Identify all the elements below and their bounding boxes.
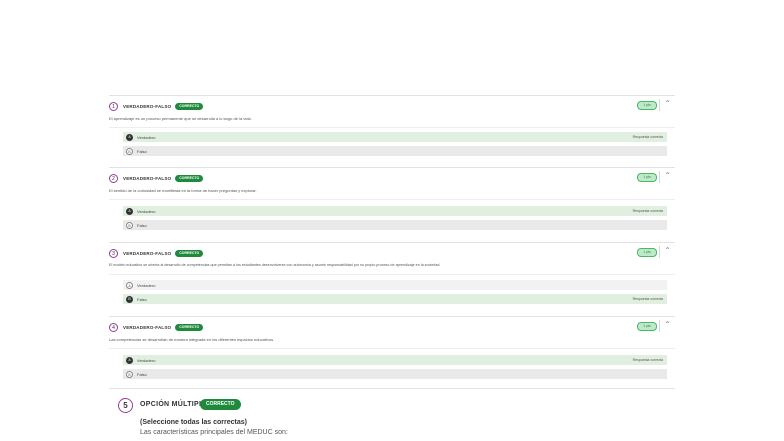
option-label: Falso [137, 296, 147, 302]
score-badge: 1 pto [637, 101, 657, 110]
question-header: 4 VERDADERO-FALSO CORRECTO [109, 321, 204, 333]
question-header: 2 VERDADERO-FALSO CORRECTO [109, 172, 204, 184]
status-badge: CORRECTO [175, 102, 204, 110]
question-number: 2 [109, 173, 118, 183]
option-a: A Verdadero [123, 280, 667, 290]
chevron-up-icon[interactable]: ⌃ [664, 245, 671, 257]
option-marker: B [126, 147, 133, 155]
question-card-2: 2 VERDADERO-FALSO CORRECTO 1 pto ⌃ El se… [109, 167, 675, 239]
option-label: Verdadero [137, 208, 156, 214]
score-badge: 1 pto [637, 322, 657, 331]
divider [109, 127, 675, 128]
question-type: OPCIÓN MÚLTIPLE [140, 401, 209, 408]
chevron-up-icon[interactable]: ⌃ [664, 98, 671, 110]
question-number: 5 [118, 398, 133, 413]
option-marker: A [126, 207, 133, 215]
question-card-1: 1 VERDADERO-FALSO CORRECTO 1 pto ⌃ El ap… [109, 95, 675, 167]
question-text: El sentido de la curiosidad se manifiest… [109, 188, 257, 193]
option-status: Respuesta correcta [632, 135, 663, 139]
option-a: A Verdadero Respuesta correcta [123, 132, 667, 142]
question-text: Las competencias se desarrollan de maner… [109, 337, 275, 342]
divider [659, 320, 660, 332]
question-hint: (Seleccione todas las correctas) [140, 419, 247, 426]
question-card-5: 5 OPCIÓN MÚLTIPLE CORRECTO (Seleccione t… [112, 389, 675, 441]
option-b: B Falso [123, 146, 667, 156]
question-text: El aprendizaje es un proceso permanente … [109, 116, 252, 121]
question-card-4: 4 VERDADERO-FALSO CORRECTO 1 pto ⌃ Las c… [109, 316, 675, 388]
divider [659, 171, 660, 183]
option-a: A Verdadero Respuesta correcta [123, 355, 667, 365]
question-type: VERDADERO-FALSO [123, 250, 172, 256]
divider [109, 274, 675, 275]
status-badge: CORRECTO [175, 174, 204, 182]
status-badge: CORRECTO [175, 323, 204, 331]
question-number: 1 [109, 101, 118, 111]
score-badge: 1 pto [637, 248, 657, 257]
chevron-up-icon[interactable]: ⌃ [664, 319, 671, 331]
option-b: B Falso [123, 369, 667, 379]
option-status: Respuesta correcta [632, 297, 663, 301]
question-type: VERDADERO-FALSO [123, 175, 172, 181]
option-label: Falso [137, 222, 147, 228]
question-number: 3 [109, 248, 118, 258]
question-type: VERDADERO-FALSO [123, 324, 172, 330]
option-b: B Falso Respuesta correcta [123, 294, 667, 304]
question-text: Las características principales del MEDU… [140, 429, 288, 436]
option-label: Verdadero [137, 357, 156, 363]
question-header: 3 VERDADERO-FALSO CORRECTO [109, 247, 204, 259]
option-marker: B [126, 295, 133, 303]
option-b: B Falso [123, 220, 667, 230]
question-header: 1 VERDADERO-FALSO CORRECTO [109, 100, 204, 112]
option-marker: B [126, 370, 133, 378]
divider [109, 348, 675, 349]
question-card-3: 3 VERDADERO-FALSO CORRECTO 1 pto ⌃ El mo… [109, 242, 675, 316]
option-a: A Verdadero Respuesta correcta [123, 206, 667, 216]
status-badge: CORRECTO [200, 399, 241, 410]
divider [109, 199, 675, 200]
option-label: Verdadero [137, 134, 156, 140]
option-marker: A [126, 281, 133, 289]
option-marker: A [126, 356, 133, 364]
question-number: 4 [109, 322, 118, 332]
question-type: VERDADERO-FALSO [123, 103, 172, 109]
question-text: El modelo educativo se orienta al desarr… [109, 263, 441, 267]
divider [659, 99, 660, 111]
option-marker: A [126, 133, 133, 141]
chevron-up-icon[interactable]: ⌃ [664, 170, 671, 182]
option-status: Respuesta correcta [632, 209, 663, 213]
option-status: Respuesta correcta [632, 358, 663, 362]
divider [659, 246, 660, 258]
score-badge: 1 pto [637, 173, 657, 182]
option-label: Falso [137, 148, 147, 154]
option-label: Verdadero [137, 282, 156, 288]
status-badge: CORRECTO [175, 249, 204, 257]
option-label: Falso [137, 371, 147, 377]
option-marker: B [126, 221, 133, 229]
